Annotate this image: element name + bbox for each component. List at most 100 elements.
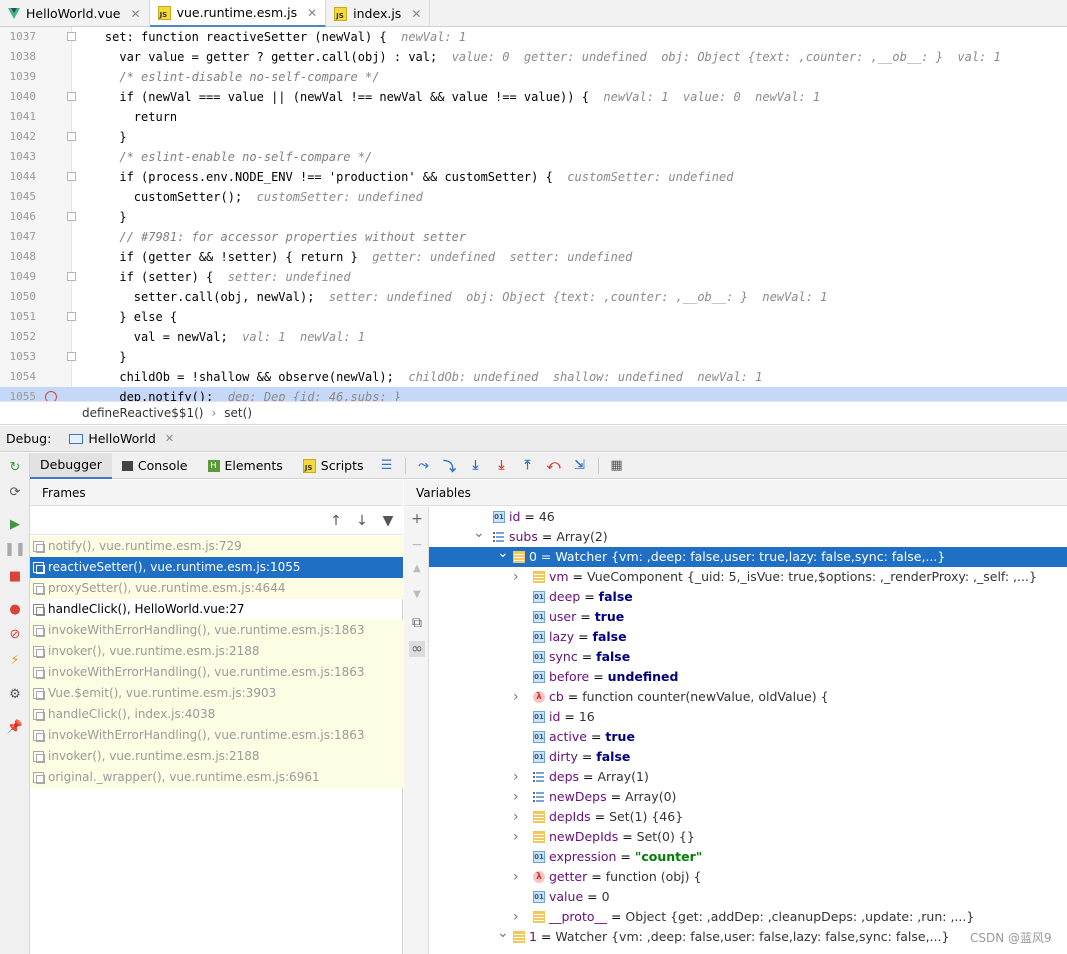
- chevron-down-icon[interactable]: ⌄: [473, 523, 485, 543]
- frame-item[interactable]: original._wrapper(), vue.runtime.esm.js:…: [30, 767, 403, 788]
- fold-marker-icon[interactable]: [67, 172, 76, 181]
- variable-row[interactable]: 01 deep = false: [429, 587, 1067, 607]
- frame-item[interactable]: proxySetter(), vue.runtime.esm.js:4644: [30, 578, 403, 599]
- code-line[interactable]: 1050 setter.call(obj, newVal); setter: u…: [0, 287, 1067, 307]
- filter-icon[interactable]: ▼: [380, 513, 396, 529]
- add-watch-icon[interactable]: +: [409, 511, 425, 527]
- debug-session-tab[interactable]: HelloWorld ✕: [69, 431, 174, 446]
- variable-row[interactable]: 01 before = undefined: [429, 667, 1067, 687]
- chevron-right-icon[interactable]: ›: [513, 867, 523, 887]
- settings-icon[interactable]: ⚙: [7, 686, 23, 702]
- lightning-icon[interactable]: ⚡: [7, 652, 23, 668]
- remove-watch-icon[interactable]: −: [409, 537, 425, 553]
- breadcrumb-item-define-reactive[interactable]: defineReactive$$1(): [82, 406, 203, 420]
- frame-item[interactable]: handleClick(), index.js:4038: [30, 704, 403, 725]
- variable-row[interactable]: 01 dirty = false: [429, 747, 1067, 767]
- fold-marker-icon[interactable]: [67, 132, 76, 141]
- arrow-down-icon[interactable]: ↓: [354, 513, 370, 529]
- breakpoint-icon[interactable]: [45, 391, 57, 401]
- code-line[interactable]: 1048 if (getter && !setter) { return } g…: [0, 247, 1067, 267]
- variable-row[interactable]: 01 value = 0: [429, 887, 1067, 907]
- arrow-up-icon[interactable]: ↑: [328, 513, 344, 529]
- chevron-down-icon[interactable]: ⌄: [497, 923, 509, 943]
- frame-item[interactable]: invokeWithErrorHandling(), vue.runtime.e…: [30, 662, 403, 683]
- tab-elements[interactable]: H Elements: [198, 453, 293, 479]
- run-to-cursor-icon[interactable]: ⇲: [572, 458, 588, 474]
- code-line[interactable]: 1039 /* eslint-disable no-self-compare *…: [0, 67, 1067, 87]
- fold-marker-icon[interactable]: [67, 272, 76, 281]
- code-line[interactable]: 1044 if (process.env.NODE_ENV !== 'produ…: [0, 167, 1067, 187]
- chevron-right-icon[interactable]: ›: [513, 567, 523, 587]
- pin-icon[interactable]: 📌: [7, 719, 23, 735]
- force-step-into-icon[interactable]: ⤓: [494, 458, 510, 474]
- close-icon[interactable]: ✕: [165, 432, 174, 445]
- frame-item[interactable]: invokeWithErrorHandling(), vue.runtime.e…: [30, 620, 403, 641]
- close-icon[interactable]: ✕: [307, 6, 317, 20]
- code-line[interactable]: 1046 }: [0, 207, 1067, 227]
- close-icon[interactable]: ✕: [411, 7, 421, 21]
- stop-icon[interactable]: ■: [7, 568, 23, 584]
- close-icon[interactable]: ✕: [131, 7, 141, 21]
- mute-breakpoints-icon[interactable]: ⊘: [7, 626, 23, 642]
- variable-row[interactable]: › λ cb = function counter(newValue, oldVal…: [429, 687, 1067, 707]
- variable-row[interactable]: 01 sync = false: [429, 647, 1067, 667]
- frame-item[interactable]: Vue.$emit(), vue.runtime.esm.js:3903: [30, 683, 403, 704]
- code-line[interactable]: 1043 /* eslint-enable no-self-compare */: [0, 147, 1067, 167]
- variable-row[interactable]: 01 expression = "counter": [429, 847, 1067, 867]
- frame-item[interactable]: invoker(), vue.runtime.esm.js:2188: [30, 641, 403, 662]
- code-line[interactable]: 1047 // #7981: for accessor properties w…: [0, 227, 1067, 247]
- tab-helloworld-vue[interactable]: HelloWorld.vue ✕: [0, 0, 150, 27]
- frame-item[interactable]: invoker(), vue.runtime.esm.js:2188: [30, 746, 403, 767]
- frame-item[interactable]: handleClick(), HelloWorld.vue:27: [30, 599, 403, 620]
- variable-row[interactable]: 01 id = 46: [429, 507, 1067, 527]
- code-line[interactable]: 1041 return: [0, 107, 1067, 127]
- frame-item[interactable]: notify(), vue.runtime.esm.js:729: [30, 536, 403, 557]
- variable-row[interactable]: › deps = Array(1): [429, 767, 1067, 787]
- evaluate-expression-icon[interactable]: ▦: [609, 458, 625, 474]
- chevron-right-icon[interactable]: ›: [513, 687, 523, 707]
- variable-row[interactable]: › λ getter = function (obj) {: [429, 867, 1067, 887]
- step-out-icon[interactable]: ⤒: [520, 458, 536, 474]
- move-up-icon[interactable]: ▲: [409, 563, 425, 579]
- code-line[interactable]: 1045 customSetter(); customSetter: undef…: [0, 187, 1067, 207]
- code-line[interactable]: 1042 }: [0, 127, 1067, 147]
- tab-scripts[interactable]: JS Scripts: [293, 453, 374, 479]
- variable-row[interactable]: ⌄ subs = Array(2): [429, 525, 1067, 547]
- code-line[interactable]: 1054 childOb = !shallow && observe(newVa…: [0, 367, 1067, 387]
- code-line[interactable]: 1040 if (newVal === value || (newVal !==…: [0, 87, 1067, 107]
- code-line[interactable]: 1053 }: [0, 347, 1067, 367]
- chevron-right-icon[interactable]: ›: [513, 767, 523, 787]
- fold-marker-icon[interactable]: [67, 212, 76, 221]
- drop-frame-icon[interactable]: ⤺: [546, 458, 562, 474]
- frame-item[interactable]: reactiveSetter(), vue.runtime.esm.js:105…: [30, 557, 403, 578]
- glasses-icon[interactable]: ∞: [409, 641, 425, 657]
- variable-row[interactable]: › newDeps = Array(0): [429, 787, 1067, 807]
- variable-row[interactable]: ⌄ 0 = Watcher {vm: ,deep: false,user: tru…: [429, 545, 1067, 567]
- resume-icon[interactable]: ▶: [7, 516, 23, 532]
- tab-console[interactable]: Console: [112, 453, 198, 479]
- code-line[interactable]: 1055 dep.notify(); dep: Dep {id: 46,subs…: [0, 387, 1067, 401]
- pause-icon[interactable]: ❚❚: [4, 541, 26, 557]
- fold-marker-icon[interactable]: [67, 32, 76, 41]
- step-into-icon[interactable]: ⤓: [468, 458, 484, 474]
- variable-row[interactable]: › newDepIds = Set(0) {}: [429, 827, 1067, 847]
- chevron-right-icon[interactable]: ›: [513, 787, 523, 807]
- variable-row[interactable]: › vm = VueComponent {_uid: 5,_isVue: true…: [429, 567, 1067, 587]
- variable-row[interactable]: 01 user = true: [429, 607, 1067, 627]
- variable-row[interactable]: 01 id = 16: [429, 707, 1067, 727]
- menu-icon[interactable]: ☰: [379, 458, 395, 474]
- code-line[interactable]: 1051 } else {: [0, 307, 1067, 327]
- view-breakpoints-icon[interactable]: ●: [7, 601, 23, 617]
- tab-index-js[interactable]: JS index.js ✕: [326, 0, 431, 27]
- variable-row[interactable]: 01 lazy = false: [429, 627, 1067, 647]
- code-line[interactable]: 1038 var value = getter ? getter.call(ob…: [0, 47, 1067, 67]
- tab-vue-runtime-esm-js[interactable]: JS vue.runtime.esm.js ✕: [149, 0, 327, 27]
- step-over-icon[interactable]: ⤵: [442, 458, 458, 475]
- tab-debugger[interactable]: Debugger: [30, 452, 112, 479]
- breadcrumb-item-set[interactable]: set(): [224, 406, 252, 420]
- code-line[interactable]: 1037 set: function reactiveSetter (newVa…: [0, 27, 1067, 47]
- variable-row[interactable]: › __proto__ = Object {get: ,addDep: ,clea…: [429, 907, 1067, 927]
- fold-marker-icon[interactable]: [67, 312, 76, 321]
- chevron-right-icon[interactable]: ›: [513, 907, 523, 927]
- chevron-right-icon[interactable]: ›: [513, 827, 523, 847]
